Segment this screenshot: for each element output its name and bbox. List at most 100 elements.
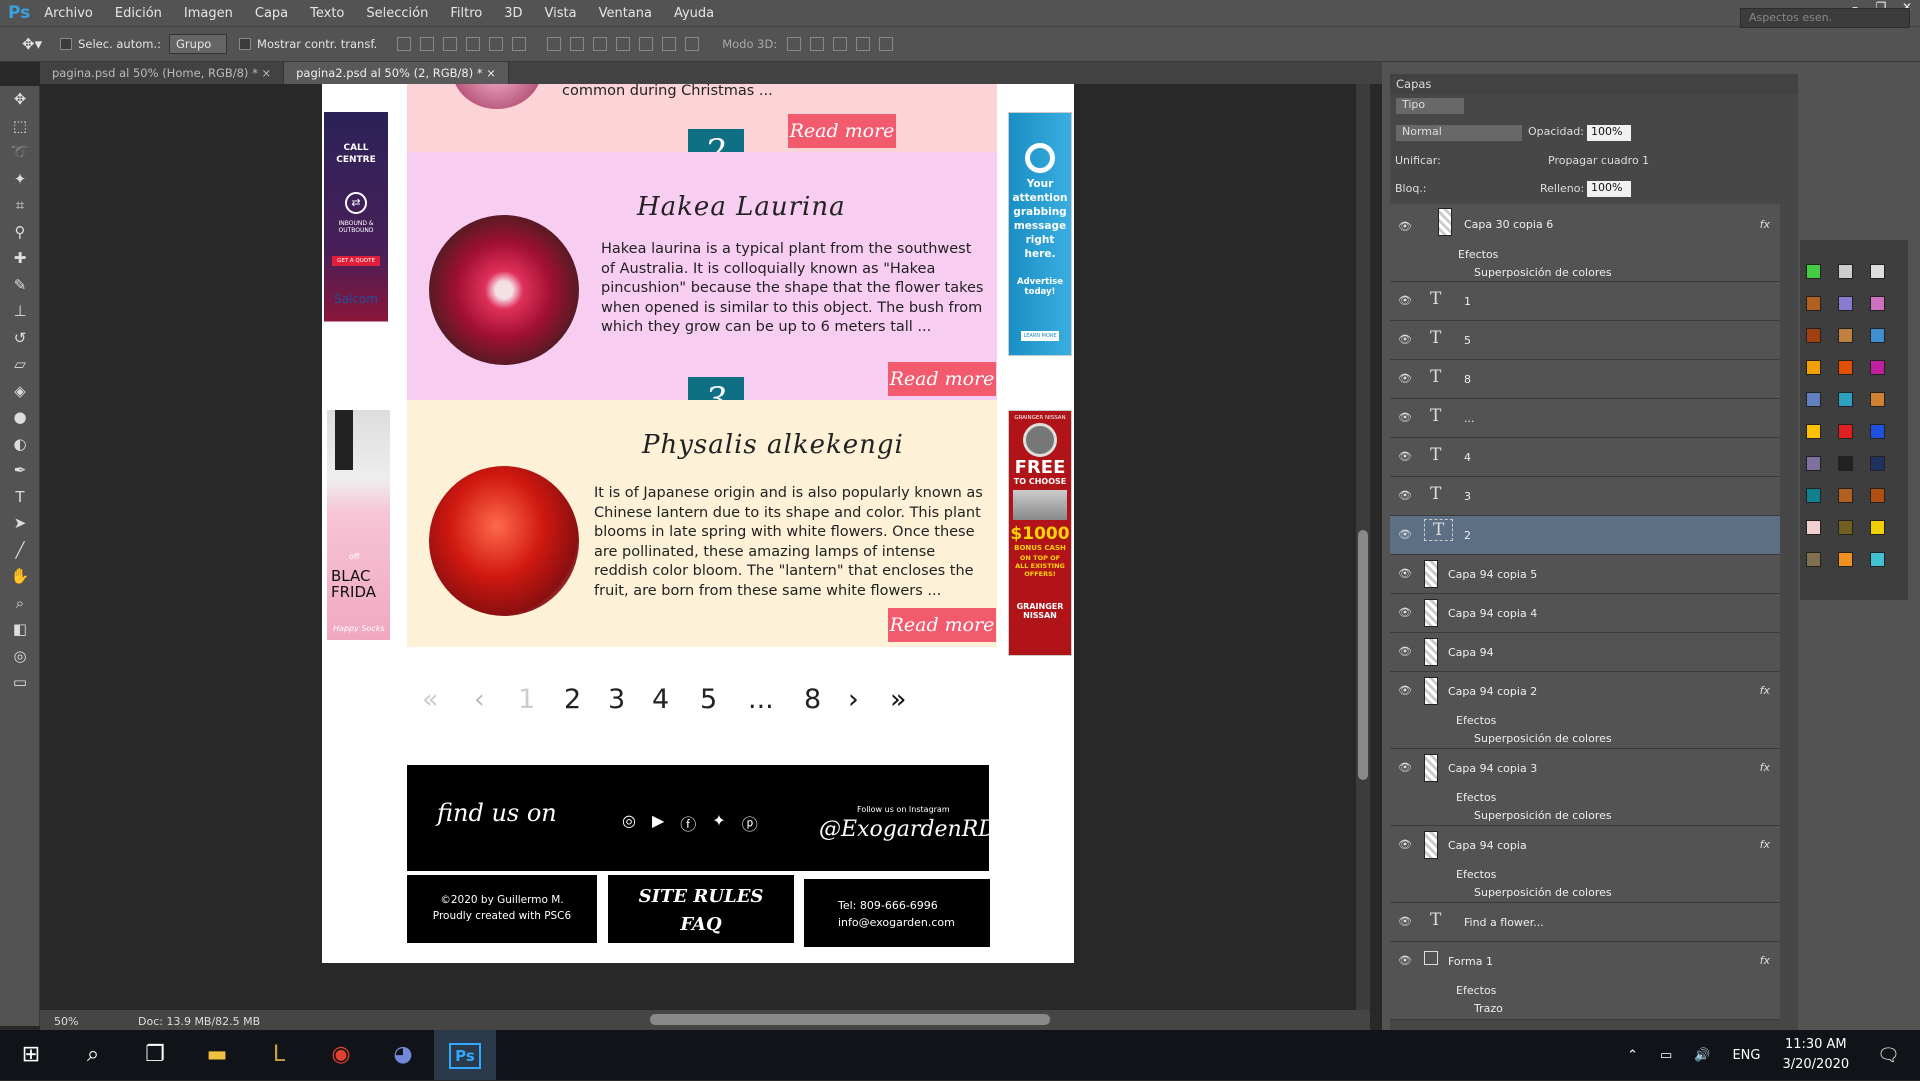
layer-row[interactable]: 👁 Capa 94 copia 4 — [1390, 594, 1780, 633]
eye-icon[interactable]: 👁 — [1398, 606, 1412, 619]
screen-mode-icon[interactable]: ▭ — [0, 669, 40, 696]
style-swatch[interactable] — [1870, 264, 1885, 279]
tab-pagina[interactable]: pagina.psd al 50% (Home, RGB/8) * × — [40, 62, 285, 84]
hand-tool-icon[interactable]: ✋ — [0, 563, 40, 590]
style-swatch[interactable] — [1806, 392, 1821, 407]
tab-close-icon[interactable]: × — [486, 66, 496, 80]
language-indicator[interactable]: ENG — [1732, 1048, 1760, 1063]
style-swatch[interactable] — [1838, 392, 1853, 407]
distribute-top-icon[interactable] — [547, 37, 562, 51]
pinterest-icon[interactable]: ⓟ — [742, 811, 758, 835]
eye-icon[interactable]: 👁 — [1398, 450, 1412, 463]
layer-row[interactable]: 👁 Capa 94 — [1390, 633, 1780, 672]
blur-tool-icon[interactable]: ● — [0, 404, 40, 431]
ad-nissan[interactable]: GRAINGER NISSAN FREE TO CHOOSE $1000 BON… — [1008, 410, 1072, 656]
page-8[interactable]: 8 — [804, 684, 848, 715]
align-left-icon[interactable] — [466, 37, 481, 51]
fx-icon[interactable]: fx — [1760, 684, 1770, 697]
menu-ventana[interactable]: Ventana — [599, 6, 652, 21]
doc-size[interactable]: Doc: 13.9 MB/82.5 MB — [138, 1015, 260, 1028]
vertical-scroll-thumb[interactable] — [1358, 530, 1368, 780]
youtube-icon[interactable]: ▶ — [652, 811, 664, 835]
eye-icon[interactable]: 👁 — [1398, 567, 1412, 580]
notifications-icon[interactable]: 🗨 — [1877, 1045, 1900, 1066]
auto-select-dropdown[interactable]: Grupo — [169, 34, 228, 54]
move-tool-icon[interactable]: ✥▾ — [22, 35, 42, 53]
eye-icon[interactable]: 👁 — [1398, 489, 1412, 502]
dodge-tool-icon[interactable]: ◐ — [0, 431, 40, 458]
task-view-icon[interactable]: ❐ — [124, 1030, 186, 1080]
brush-tool-icon[interactable]: ✎ — [0, 272, 40, 299]
style-swatch[interactable] — [1806, 296, 1821, 311]
blend-mode-dropdown[interactable]: Normal — [1396, 125, 1522, 141]
photoshop-icon[interactable]: Ps — [434, 1030, 496, 1080]
rotate-3d-icon[interactable] — [787, 37, 802, 51]
style-swatch[interactable] — [1838, 488, 1853, 503]
color-swatch-icon[interactable]: ◧ — [0, 616, 40, 643]
eye-icon[interactable]: 👁 — [1398, 761, 1412, 774]
align-hcenter-icon[interactable] — [489, 37, 504, 51]
page-5[interactable]: 5 — [700, 684, 748, 715]
distribute-vcenter-icon[interactable] — [570, 37, 585, 51]
page-4[interactable]: 4 — [652, 684, 700, 715]
eye-icon[interactable]: 👁 — [1398, 372, 1412, 385]
menu-edicion[interactable]: Edición — [115, 6, 162, 21]
menu-archivo[interactable]: Archivo — [44, 6, 93, 21]
layer-row[interactable]: 👁 T 5 — [1390, 321, 1780, 360]
chrome-icon[interactable]: ◉ — [310, 1030, 372, 1080]
style-swatch[interactable] — [1806, 488, 1821, 503]
eraser-tool-icon[interactable]: ▱ — [0, 351, 40, 378]
eye-icon[interactable]: 👁 — [1398, 915, 1412, 928]
read-more-button-3[interactable]: Read more — [888, 608, 996, 642]
style-swatch[interactable] — [1806, 360, 1821, 375]
magic-wand-icon[interactable]: ✦ — [0, 166, 40, 193]
layer-row[interactable]: 👁 Capa 94 copia 5 — [1390, 555, 1780, 594]
layer-row[interactable]: 👁 Capa 94 copia 2 fx Efectos Superposici… — [1390, 672, 1780, 749]
style-swatch[interactable] — [1838, 552, 1853, 567]
show-transform-checkbox[interactable] — [239, 38, 252, 50]
paint-bucket-icon[interactable]: ◈ — [0, 378, 40, 405]
ad-quote-button[interactable]: GET A QUOTE — [332, 256, 380, 266]
read-more-button-2[interactable]: Read more — [888, 362, 996, 396]
ad-advertise[interactable]: Your attention grabbing message right he… — [1008, 112, 1072, 356]
contact-email[interactable]: info@exogarden.com — [838, 914, 990, 931]
clock[interactable]: 11:30 AM 3/20/2020 — [1782, 1035, 1849, 1075]
move-tool-icon[interactable]: ✥ — [0, 86, 40, 113]
style-swatch[interactable] — [1870, 520, 1885, 535]
tray-chevron-icon[interactable]: ⌃ — [1627, 1048, 1638, 1063]
menu-imagen[interactable]: Imagen — [184, 6, 233, 21]
layer-row[interactable]: 👁 Capa 94 copia fx Efectos Superposición… — [1390, 826, 1780, 903]
align-vcenter-icon[interactable] — [420, 37, 435, 51]
menu-filtro[interactable]: Filtro — [450, 6, 482, 21]
league-icon[interactable]: L — [248, 1030, 310, 1080]
search-icon[interactable]: ⌕ — [62, 1030, 124, 1080]
page-1[interactable]: 1 — [518, 684, 564, 715]
line-tool-icon[interactable]: ╱ — [0, 537, 40, 564]
align-right-icon[interactable] — [512, 37, 527, 51]
style-swatch[interactable] — [1806, 264, 1821, 279]
horizontal-scroll-thumb[interactable] — [650, 1014, 1050, 1025]
layer-row[interactable]: 👁 T 1 — [1390, 282, 1780, 321]
read-more-button-1[interactable]: Read more — [788, 114, 896, 148]
next-page-icon[interactable]: › — [848, 684, 890, 715]
distribute-left-icon[interactable] — [616, 37, 631, 51]
fx-icon[interactable]: fx — [1760, 761, 1770, 774]
facebook-icon[interactable]: ⓕ — [680, 811, 696, 835]
style-swatch[interactable] — [1806, 520, 1821, 535]
menu-seleccion[interactable]: Selección — [366, 6, 428, 21]
style-swatch[interactable] — [1838, 456, 1853, 471]
windows-start-icon[interactable]: ⊞ — [0, 1030, 62, 1080]
healing-brush-icon[interactable]: ✚ — [0, 245, 40, 272]
crop-tool-icon[interactable]: ⌗ — [0, 192, 40, 219]
discord-icon[interactable]: ◕ — [372, 1030, 434, 1080]
layer-row[interactable]: 👁 Capa 30 copia 6 fx Efectos Superposici… — [1390, 204, 1780, 282]
pen-tool-icon[interactable]: ✒ — [0, 457, 40, 484]
last-page-icon[interactable]: » — [890, 684, 930, 715]
style-swatch[interactable] — [1870, 552, 1885, 567]
align-top-icon[interactable] — [397, 37, 412, 51]
eye-icon[interactable]: 👁 — [1398, 220, 1412, 233]
layer-row[interactable]: 👁 T... — [1390, 399, 1780, 438]
history-brush-icon[interactable]: ↺ — [0, 325, 40, 352]
zoom-tool-icon[interactable]: ⌕ — [0, 590, 40, 617]
prev-page-icon[interactable]: ‹ — [474, 684, 518, 715]
